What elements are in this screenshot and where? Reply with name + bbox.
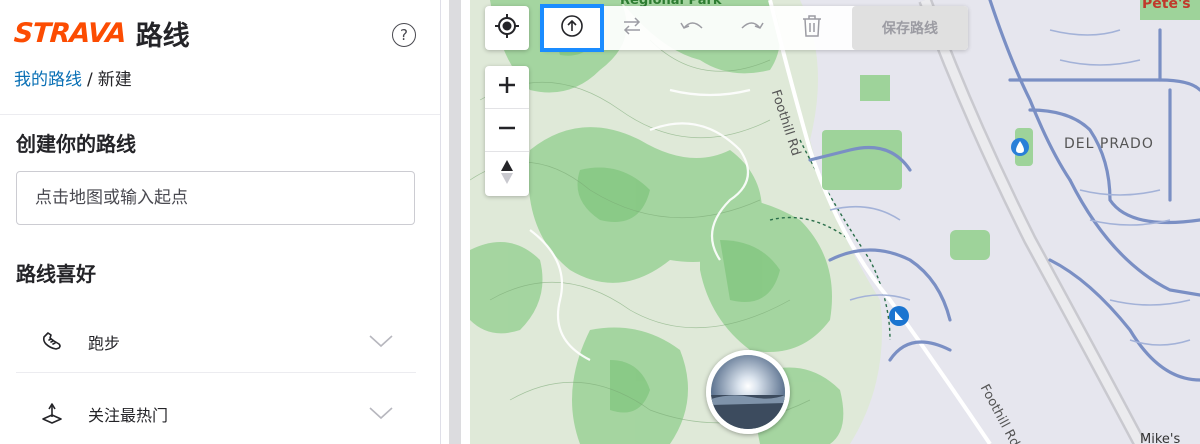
start-point-search-input[interactable] bbox=[16, 171, 415, 225]
breadcrumb-separator: / bbox=[87, 70, 93, 90]
panel-resize-handle[interactable] bbox=[449, 0, 461, 444]
undo-button[interactable] bbox=[662, 6, 722, 50]
undo-icon bbox=[679, 16, 705, 40]
user-avatar[interactable] bbox=[706, 350, 790, 434]
clear-route-button[interactable] bbox=[782, 6, 842, 50]
redo-icon bbox=[739, 16, 765, 40]
breadcrumb-my-routes-link[interactable]: 我的路线 bbox=[14, 70, 82, 90]
swap-arrows-icon bbox=[620, 14, 644, 42]
route-preferences-heading: 路线喜好 bbox=[16, 262, 96, 286]
locate-me-button[interactable] bbox=[485, 6, 529, 50]
preference-sport-type-dropdown[interactable]: 跑步 bbox=[16, 311, 416, 373]
brand-header: STRAVA 路线 bbox=[13, 14, 190, 53]
breadcrumb-current: 新建 bbox=[97, 70, 132, 90]
zoom-in-button[interactable] bbox=[485, 66, 529, 109]
header-divider bbox=[0, 114, 440, 115]
route-map[interactable]: Regional Park Foothill Rd Foothill Rd DE… bbox=[470, 0, 1200, 444]
compass-reset-north-button[interactable] bbox=[485, 152, 529, 195]
preference-popularity-dropdown[interactable]: 关注最热门 bbox=[16, 383, 416, 444]
zoom-controls bbox=[485, 66, 529, 196]
crosshair-icon bbox=[494, 13, 520, 43]
preference-sport-label: 跑步 bbox=[88, 333, 121, 353]
neighborhood-label: DEL PRADO bbox=[1064, 136, 1154, 152]
route-builder-sidebar: STRAVA 路线 ? 我的路线/新建 创建你的路线 路线喜好 跑步 关注最 bbox=[0, 0, 441, 444]
strava-logo[interactable]: STRAVA bbox=[13, 18, 127, 49]
map-base-layer bbox=[470, 0, 1200, 444]
plus-icon bbox=[498, 76, 516, 98]
reverse-route-button[interactable] bbox=[602, 6, 662, 50]
chevron-down-icon bbox=[368, 405, 394, 425]
save-route-button[interactable]: 保存路线 bbox=[852, 6, 968, 50]
page-title: 路线 bbox=[135, 21, 190, 52]
trash-icon bbox=[801, 14, 823, 42]
running-shoe-icon bbox=[40, 330, 64, 354]
breadcrumb: 我的路线 / 新建 bbox=[14, 65, 132, 90]
route-edit-toolbar: 保存路线 bbox=[540, 4, 968, 52]
poi-label-petes: Pete's bbox=[1142, 0, 1191, 12]
upload-arrow-icon bbox=[560, 14, 584, 42]
import-upload-button[interactable] bbox=[540, 4, 604, 52]
preference-popularity-label: 关注最热门 bbox=[88, 406, 169, 425]
compass-icon bbox=[500, 159, 514, 189]
minus-icon bbox=[498, 119, 516, 141]
zoom-out-button[interactable] bbox=[485, 109, 529, 152]
create-route-heading: 创建你的路线 bbox=[16, 132, 136, 156]
popularity-icon bbox=[40, 402, 64, 426]
redo-button[interactable] bbox=[722, 6, 782, 50]
poi-label-mikes: Mike's bbox=[1140, 432, 1181, 444]
question-circle-icon[interactable]: ? bbox=[392, 23, 416, 47]
avatar-photo bbox=[711, 355, 785, 429]
chevron-down-icon bbox=[368, 333, 394, 353]
